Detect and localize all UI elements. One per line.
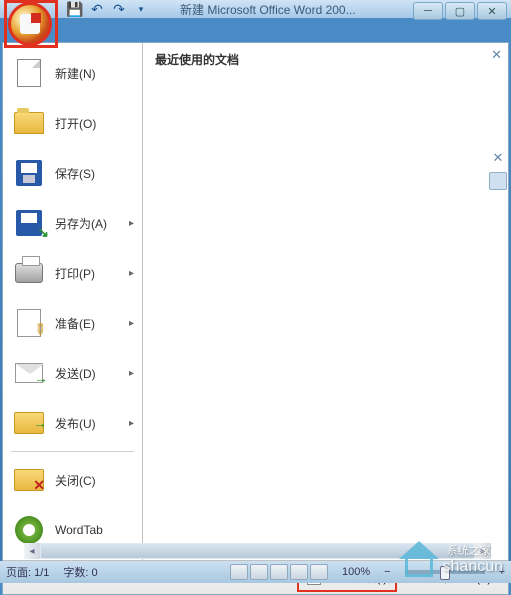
zoom-in-button[interactable]: + xyxy=(499,566,505,578)
word-count[interactable]: 字数: 0 xyxy=(63,564,97,580)
view-print-layout-icon[interactable] xyxy=(230,564,248,580)
zoom-slider[interactable] xyxy=(405,570,485,574)
page-indicator[interactable]: 页面: 1/1 xyxy=(6,564,49,580)
scroll-thumb[interactable] xyxy=(41,544,474,558)
publish-icon xyxy=(13,407,45,439)
minimize-button[interactable]: ─ xyxy=(413,2,443,20)
scroll-right-icon[interactable]: ▸ xyxy=(475,543,491,559)
menu-label: 准备(E) xyxy=(55,315,95,332)
close-doc-icon xyxy=(13,464,45,496)
menu-item-open[interactable]: 打开(O) xyxy=(7,99,138,147)
menu-body: 新建(N) 打开(O) 保存(S) ↘ 另存为(A) 打印(P) xyxy=(3,43,508,560)
qat-save-icon[interactable]: 💾 xyxy=(66,0,84,18)
menu-label: 打开(O) xyxy=(55,115,96,132)
menu-label: 新建(N) xyxy=(55,65,96,82)
menu-item-close[interactable]: 关闭(C) xyxy=(7,456,138,504)
send-icon xyxy=(13,357,45,389)
save-icon xyxy=(13,157,45,189)
saveas-icon: ↘ xyxy=(13,207,45,239)
quick-access-toolbar: 💾 ↶ ↷ ▾ xyxy=(66,0,150,18)
horizontal-scrollbar[interactable]: ◂ ▸ xyxy=(24,543,491,559)
menu-divider xyxy=(11,451,134,452)
prepare-icon xyxy=(13,307,45,339)
qat-redo-icon[interactable]: ↷ xyxy=(110,0,128,18)
view-fullscreen-icon[interactable] xyxy=(250,564,268,580)
open-icon xyxy=(13,107,45,139)
task-pane-controls: ✕ xyxy=(489,150,507,190)
menu-label: 发送(D) xyxy=(55,365,96,382)
menu-item-new[interactable]: 新建(N) xyxy=(7,49,138,97)
app-window: 💾 ↶ ↷ ▾ 新建 Microsoft Office Word 200... … xyxy=(0,0,511,583)
task-pane-icon[interactable] xyxy=(489,172,507,190)
recent-title: 最近使用的文档 xyxy=(155,51,496,68)
office-menu: ✕ 新建(N) 打开(O) 保存(S) ↘ 另存为(A) xyxy=(2,42,509,595)
menu-label: 保存(S) xyxy=(55,165,95,182)
menu-item-save[interactable]: 保存(S) xyxy=(7,149,138,197)
menu-item-send[interactable]: 发送(D) xyxy=(7,349,138,397)
menu-label: 发布(U) xyxy=(55,415,96,432)
view-draft-icon[interactable] xyxy=(310,564,328,580)
menu-item-saveas[interactable]: ↘ 另存为(A) xyxy=(7,199,138,247)
menu-item-prepare[interactable]: 准备(E) xyxy=(7,299,138,347)
view-outline-icon[interactable] xyxy=(290,564,308,580)
menu-label: WordTab xyxy=(55,523,103,537)
menu-item-print[interactable]: 打印(P) xyxy=(7,249,138,297)
office-button[interactable] xyxy=(8,2,52,46)
zoom-out-button[interactable]: − xyxy=(384,566,390,578)
titlebar: 💾 ↶ ↷ ▾ 新建 Microsoft Office Word 200... … xyxy=(0,0,511,18)
menu-label: 另存为(A) xyxy=(55,215,107,232)
new-icon xyxy=(13,57,45,89)
menu-left-panel: 新建(N) 打开(O) 保存(S) ↘ 另存为(A) 打印(P) xyxy=(3,43,143,560)
print-icon xyxy=(13,257,45,289)
recent-documents-panel: 最近使用的文档 xyxy=(143,43,508,560)
menu-item-publish[interactable]: 发布(U) xyxy=(7,399,138,447)
statusbar: 页面: 1/1 字数: 0 100% − + xyxy=(0,561,511,583)
zoom-level[interactable]: 100% xyxy=(342,566,370,578)
menu-close-icon[interactable]: ✕ xyxy=(491,47,502,63)
close-window-button[interactable]: ✕ xyxy=(477,2,507,20)
scroll-left-icon[interactable]: ◂ xyxy=(24,543,40,559)
window-controls: ─ ▢ ✕ xyxy=(413,2,507,20)
maximize-button[interactable]: ▢ xyxy=(445,2,475,20)
menu-label: 打印(P) xyxy=(55,265,95,282)
view-buttons xyxy=(230,564,328,580)
qat-dropdown-icon[interactable]: ▾ xyxy=(132,0,150,18)
wordtab-icon xyxy=(13,514,45,546)
window-title: 新建 Microsoft Office Word 200... xyxy=(180,1,356,18)
qat-undo-icon[interactable]: ↶ xyxy=(88,0,106,18)
task-pane-close-icon[interactable]: ✕ xyxy=(493,150,504,166)
view-web-icon[interactable] xyxy=(270,564,288,580)
menu-label: 关闭(C) xyxy=(55,472,96,489)
